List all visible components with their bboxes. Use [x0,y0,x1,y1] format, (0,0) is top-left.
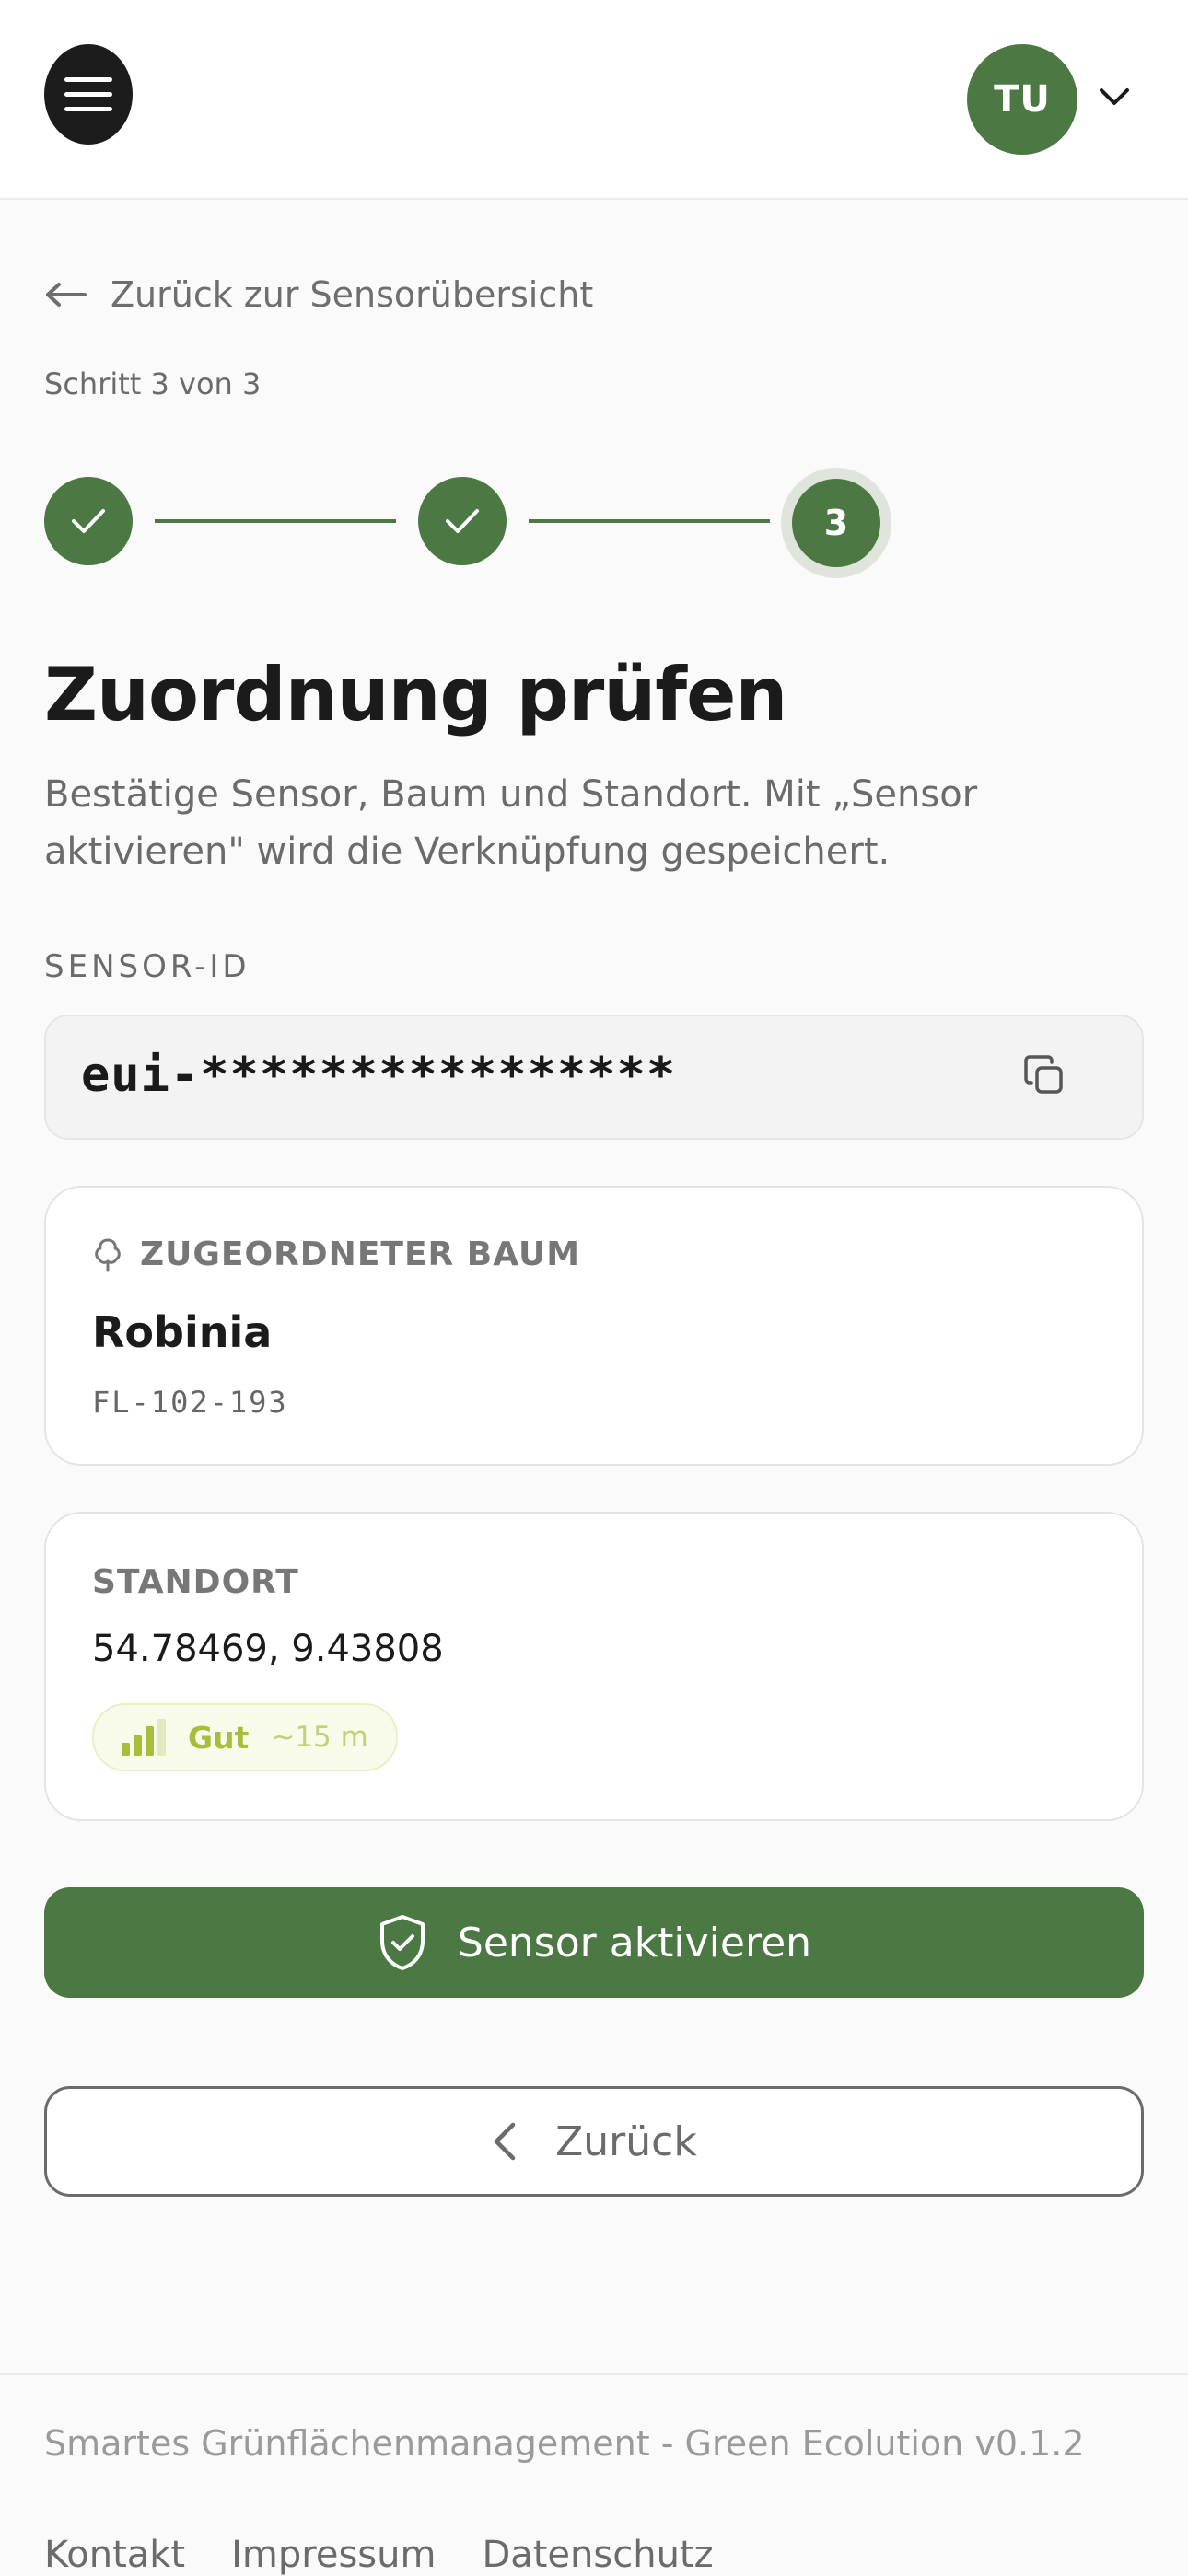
step-connector [155,519,396,523]
assigned-tree-card: ZUGEORDNETER BAUM Robinia FL-102-193 [44,1186,1144,1466]
menu-icon-bar [64,92,112,97]
signal-bar [122,1743,130,1756]
back-button-label: Zurück [555,2118,697,2165]
step-counter: Schritt 3 von 3 [44,366,262,401]
location-coordinates: 54.78469, 9.43808 [92,1628,444,1670]
step-2-completed [418,477,507,565]
tree-id: FL-102-193 [92,1385,288,1420]
menu-icon-bar [64,77,112,82]
menu-icon-bar [64,107,112,111]
signal-icon [122,1719,166,1756]
activate-sensor-label: Sensor aktivieren [457,1919,812,1967]
tree-icon [95,1238,121,1271]
back-link-label: Zurück zur Sensorübersicht [111,274,594,315]
step-1-completed [44,477,133,565]
app-header: TU [0,0,1188,200]
signal-bar [146,1726,154,1756]
footer-link-datenschutz[interactable]: Datenschutz [482,2534,713,2576]
sensor-id-value: eui-**************** [81,1048,677,1103]
user-avatar[interactable]: TU [967,44,1077,155]
chevron-down-icon[interactable] [1096,83,1133,110]
signal-bar [157,1719,166,1756]
tree-name: Robinia [92,1307,273,1357]
signal-accuracy: ~15 m [271,1721,368,1754]
assigned-tree-heading-text: ZUGEORDNETER BAUM [140,1236,581,1273]
page-footer: Smartes Grünflächenmanagement - Green Ec… [0,2373,1188,2576]
back-button[interactable]: Zurück [44,2086,1144,2197]
step-connector [529,519,770,523]
chevron-left-icon [494,2122,516,2161]
footer-link-impressum[interactable]: Impressum [231,2534,436,2576]
menu-button[interactable] [44,44,133,145]
location-heading: STANDORT [92,1563,299,1601]
signal-bar [134,1735,142,1756]
assigned-tree-heading: ZUGEORDNETER BAUM [92,1236,580,1273]
gps-signal-badge: Gut ~15 m [92,1703,398,1771]
signal-quality: Gut [188,1719,250,1756]
location-heading-text: STANDORT [92,1563,299,1601]
shield-check-icon [379,1915,425,1970]
sensor-id-label: SENSOR-ID [44,948,250,985]
activate-sensor-button[interactable]: Sensor aktivieren [44,1887,1144,1998]
arrow-left-icon [46,283,87,307]
step-3-current: 3 [781,468,891,578]
footer-app-info: Smartes Grünflächenmanagement - Green Ec… [44,2423,1085,2464]
location-card: STANDORT 54.78469, 9.43808 Gut ~15 m [44,1512,1144,1821]
current-step-number: 3 [792,479,880,567]
check-icon [446,509,479,533]
page-description: Bestätige Sensor, Baum und Standort. Mit… [44,773,978,873]
page-title: Zuordnung prüfen [44,652,787,737]
copy-icon[interactable] [1020,1051,1068,1099]
check-icon [72,509,105,533]
footer-links: Kontakt Impressum Datenschutz [44,2534,714,2576]
sensor-id-field: eui-**************** [44,1015,1144,1140]
footer-link-kontakt[interactable]: Kontakt [44,2534,185,2576]
progress-stepper: 3 [44,468,910,578]
back-to-sensor-overview-link[interactable]: Zurück zur Sensorübersicht [44,267,593,322]
